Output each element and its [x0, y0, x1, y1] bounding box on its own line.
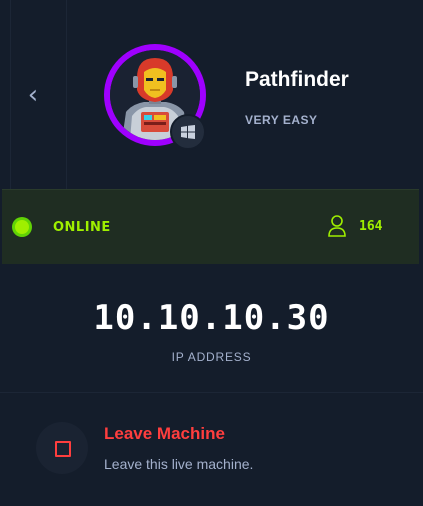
machine-avatar — [104, 44, 206, 150]
status-label: ONLINE — [53, 220, 111, 235]
machine-name: Pathfinder — [245, 68, 349, 91]
windows-icon — [170, 114, 206, 150]
difficulty-label: VERY EASY — [245, 113, 318, 127]
machine-panel: ‹ Pathfinder VERY EASY ONLINE 164 10.10.… — [0, 0, 423, 506]
status-bar: ONLINE 164 — [2, 189, 419, 264]
leave-machine-title: Leave Machine — [104, 424, 225, 443]
ip-address-value[interactable]: 10.10.10.30 — [0, 298, 423, 338]
online-status-icon — [12, 217, 32, 237]
user-icon — [327, 215, 347, 242]
user-count: 164 — [359, 219, 383, 234]
leave-machine-subtitle: Leave this live machine. — [104, 456, 254, 472]
stop-icon-container — [36, 422, 88, 474]
chevron-left-icon: ‹ — [27, 80, 39, 110]
stop-icon — [55, 441, 71, 457]
ip-address-label: IP ADDRESS — [171, 350, 252, 364]
machine-header: ‹ Pathfinder VERY EASY — [0, 0, 423, 190]
leave-machine-button[interactable]: Leave Machine Leave this live machine. — [0, 393, 423, 506]
back-button[interactable]: ‹ — [0, 0, 66, 190]
